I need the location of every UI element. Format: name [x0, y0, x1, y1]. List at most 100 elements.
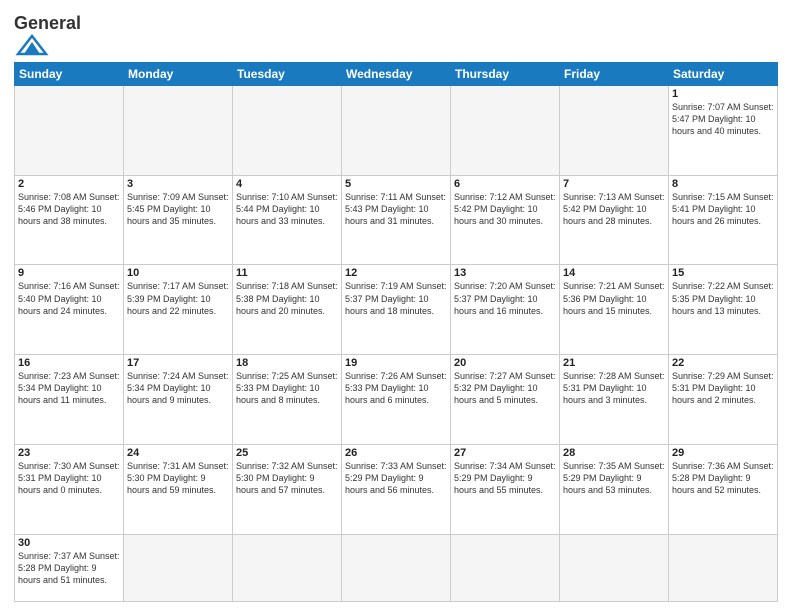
- calendar-cell: [124, 86, 233, 176]
- day-number: 20: [454, 357, 556, 369]
- day-info: Sunrise: 7:17 AM Sunset: 5:39 PM Dayligh…: [127, 280, 229, 316]
- day-number: 6: [454, 178, 556, 190]
- calendar-cell: 13Sunrise: 7:20 AM Sunset: 5:37 PM Dayli…: [451, 265, 560, 355]
- day-info: Sunrise: 7:10 AM Sunset: 5:44 PM Dayligh…: [236, 191, 338, 227]
- calendar-cell: 11Sunrise: 7:18 AM Sunset: 5:38 PM Dayli…: [233, 265, 342, 355]
- calendar-header-tuesday: Tuesday: [233, 63, 342, 86]
- calendar-cell: [342, 86, 451, 176]
- calendar-cell: [451, 86, 560, 176]
- day-info: Sunrise: 7:20 AM Sunset: 5:37 PM Dayligh…: [454, 280, 556, 316]
- logo-text: General: [14, 14, 81, 32]
- day-number: 21: [563, 357, 665, 369]
- calendar-cell: 4Sunrise: 7:10 AM Sunset: 5:44 PM Daylig…: [233, 175, 342, 265]
- calendar-header-sunday: Sunday: [15, 63, 124, 86]
- day-info: Sunrise: 7:08 AM Sunset: 5:46 PM Dayligh…: [18, 191, 120, 227]
- day-info: Sunrise: 7:11 AM Sunset: 5:43 PM Dayligh…: [345, 191, 447, 227]
- calendar-cell: 9Sunrise: 7:16 AM Sunset: 5:40 PM Daylig…: [15, 265, 124, 355]
- day-info: Sunrise: 7:23 AM Sunset: 5:34 PM Dayligh…: [18, 370, 120, 406]
- logo-icon: [14, 34, 50, 56]
- calendar-week-row: 1Sunrise: 7:07 AM Sunset: 5:47 PM Daylig…: [15, 86, 778, 176]
- calendar-cell: [560, 534, 669, 601]
- day-info: Sunrise: 7:24 AM Sunset: 5:34 PM Dayligh…: [127, 370, 229, 406]
- day-number: 22: [672, 357, 774, 369]
- day-number: 26: [345, 447, 447, 459]
- calendar-cell: 17Sunrise: 7:24 AM Sunset: 5:34 PM Dayli…: [124, 355, 233, 445]
- calendar-cell: 19Sunrise: 7:26 AM Sunset: 5:33 PM Dayli…: [342, 355, 451, 445]
- day-number: 16: [18, 357, 120, 369]
- calendar-cell: 10Sunrise: 7:17 AM Sunset: 5:39 PM Dayli…: [124, 265, 233, 355]
- calendar-cell: 26Sunrise: 7:33 AM Sunset: 5:29 PM Dayli…: [342, 444, 451, 534]
- day-info: Sunrise: 7:07 AM Sunset: 5:47 PM Dayligh…: [672, 101, 774, 137]
- day-number: 11: [236, 267, 338, 279]
- day-info: Sunrise: 7:15 AM Sunset: 5:41 PM Dayligh…: [672, 191, 774, 227]
- day-info: Sunrise: 7:21 AM Sunset: 5:36 PM Dayligh…: [563, 280, 665, 316]
- day-info: Sunrise: 7:34 AM Sunset: 5:29 PM Dayligh…: [454, 460, 556, 496]
- day-number: 27: [454, 447, 556, 459]
- day-info: Sunrise: 7:32 AM Sunset: 5:30 PM Dayligh…: [236, 460, 338, 496]
- calendar-cell: 2Sunrise: 7:08 AM Sunset: 5:46 PM Daylig…: [15, 175, 124, 265]
- day-info: Sunrise: 7:12 AM Sunset: 5:42 PM Dayligh…: [454, 191, 556, 227]
- day-number: 5: [345, 178, 447, 190]
- calendar-cell: [15, 86, 124, 176]
- calendar-week-row: 30Sunrise: 7:37 AM Sunset: 5:28 PM Dayli…: [15, 534, 778, 601]
- day-info: Sunrise: 7:18 AM Sunset: 5:38 PM Dayligh…: [236, 280, 338, 316]
- calendar-cell: 20Sunrise: 7:27 AM Sunset: 5:32 PM Dayli…: [451, 355, 560, 445]
- calendar-cell: [560, 86, 669, 176]
- day-number: 13: [454, 267, 556, 279]
- calendar-week-row: 9Sunrise: 7:16 AM Sunset: 5:40 PM Daylig…: [15, 265, 778, 355]
- calendar-week-row: 16Sunrise: 7:23 AM Sunset: 5:34 PM Dayli…: [15, 355, 778, 445]
- day-number: 19: [345, 357, 447, 369]
- day-info: Sunrise: 7:25 AM Sunset: 5:33 PM Dayligh…: [236, 370, 338, 406]
- day-info: Sunrise: 7:33 AM Sunset: 5:29 PM Dayligh…: [345, 460, 447, 496]
- calendar-cell: 27Sunrise: 7:34 AM Sunset: 5:29 PM Dayli…: [451, 444, 560, 534]
- day-number: 7: [563, 178, 665, 190]
- day-info: Sunrise: 7:37 AM Sunset: 5:28 PM Dayligh…: [18, 550, 120, 586]
- calendar-cell: 3Sunrise: 7:09 AM Sunset: 5:45 PM Daylig…: [124, 175, 233, 265]
- page: General SundayMondayTuesdayWednesdayThur…: [0, 0, 792, 612]
- day-info: Sunrise: 7:31 AM Sunset: 5:30 PM Dayligh…: [127, 460, 229, 496]
- day-info: Sunrise: 7:16 AM Sunset: 5:40 PM Dayligh…: [18, 280, 120, 316]
- calendar-cell: 16Sunrise: 7:23 AM Sunset: 5:34 PM Dayli…: [15, 355, 124, 445]
- day-info: Sunrise: 7:19 AM Sunset: 5:37 PM Dayligh…: [345, 280, 447, 316]
- day-number: 30: [18, 537, 120, 549]
- calendar-cell: 25Sunrise: 7:32 AM Sunset: 5:30 PM Dayli…: [233, 444, 342, 534]
- day-number: 15: [672, 267, 774, 279]
- day-number: 9: [18, 267, 120, 279]
- calendar-cell: 24Sunrise: 7:31 AM Sunset: 5:30 PM Dayli…: [124, 444, 233, 534]
- calendar-cell: 15Sunrise: 7:22 AM Sunset: 5:35 PM Dayli…: [669, 265, 778, 355]
- calendar-cell: [451, 534, 560, 601]
- calendar-cell: 14Sunrise: 7:21 AM Sunset: 5:36 PM Dayli…: [560, 265, 669, 355]
- calendar-header-monday: Monday: [124, 63, 233, 86]
- calendar-cell: 8Sunrise: 7:15 AM Sunset: 5:41 PM Daylig…: [669, 175, 778, 265]
- day-number: 29: [672, 447, 774, 459]
- day-info: Sunrise: 7:30 AM Sunset: 5:31 PM Dayligh…: [18, 460, 120, 496]
- day-number: 14: [563, 267, 665, 279]
- calendar-cell: 22Sunrise: 7:29 AM Sunset: 5:31 PM Dayli…: [669, 355, 778, 445]
- calendar-cell: 5Sunrise: 7:11 AM Sunset: 5:43 PM Daylig…: [342, 175, 451, 265]
- calendar-cell: 1Sunrise: 7:07 AM Sunset: 5:47 PM Daylig…: [669, 86, 778, 176]
- day-number: 24: [127, 447, 229, 459]
- day-number: 1: [672, 88, 774, 100]
- calendar-week-row: 23Sunrise: 7:30 AM Sunset: 5:31 PM Dayli…: [15, 444, 778, 534]
- day-info: Sunrise: 7:22 AM Sunset: 5:35 PM Dayligh…: [672, 280, 774, 316]
- calendar-week-row: 2Sunrise: 7:08 AM Sunset: 5:46 PM Daylig…: [15, 175, 778, 265]
- calendar-cell: 18Sunrise: 7:25 AM Sunset: 5:33 PM Dayli…: [233, 355, 342, 445]
- calendar-cell: 23Sunrise: 7:30 AM Sunset: 5:31 PM Dayli…: [15, 444, 124, 534]
- day-info: Sunrise: 7:27 AM Sunset: 5:32 PM Dayligh…: [454, 370, 556, 406]
- calendar-header-wednesday: Wednesday: [342, 63, 451, 86]
- day-number: 2: [18, 178, 120, 190]
- logo-bar: [14, 34, 50, 56]
- calendar-cell: [233, 86, 342, 176]
- calendar-cell: 6Sunrise: 7:12 AM Sunset: 5:42 PM Daylig…: [451, 175, 560, 265]
- day-number: 18: [236, 357, 338, 369]
- day-info: Sunrise: 7:35 AM Sunset: 5:29 PM Dayligh…: [563, 460, 665, 496]
- day-info: Sunrise: 7:28 AM Sunset: 5:31 PM Dayligh…: [563, 370, 665, 406]
- calendar-header-thursday: Thursday: [451, 63, 560, 86]
- day-number: 28: [563, 447, 665, 459]
- logo: General: [14, 14, 81, 56]
- day-info: Sunrise: 7:13 AM Sunset: 5:42 PM Dayligh…: [563, 191, 665, 227]
- day-number: 12: [345, 267, 447, 279]
- header: General: [14, 10, 778, 56]
- calendar-cell: [669, 534, 778, 601]
- day-number: 3: [127, 178, 229, 190]
